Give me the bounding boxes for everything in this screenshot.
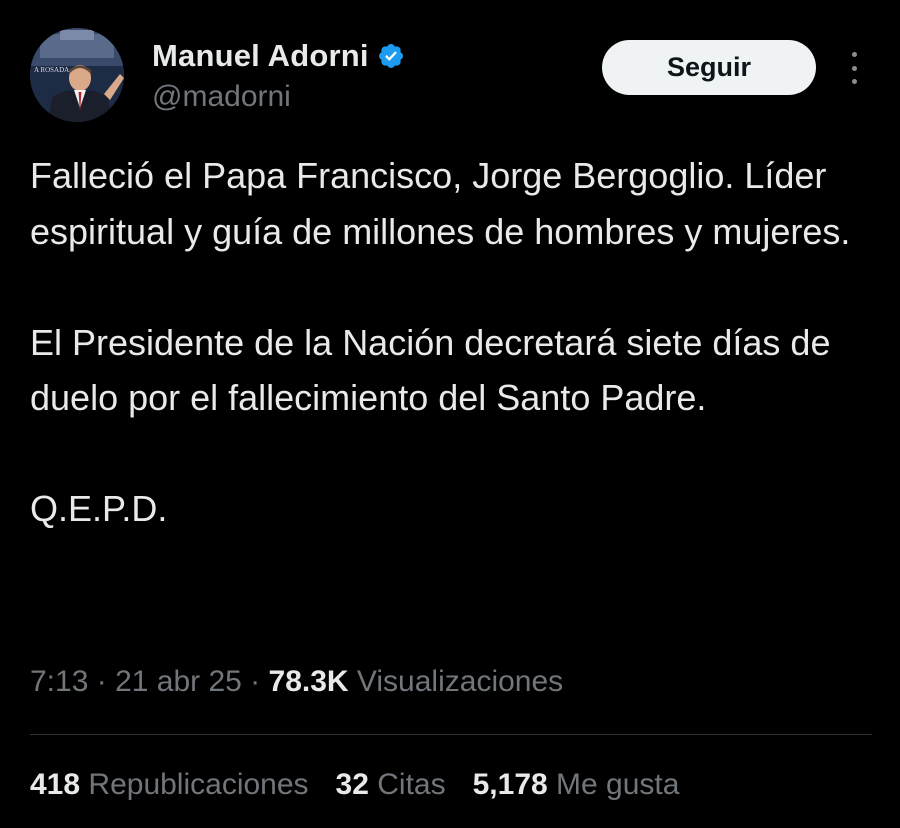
avatar[interactable]: A ROSADA [30,28,124,122]
tweet-header: A ROSADA Manuel Adorni @madorni Seguir [30,28,870,128]
reposts-count: 418 [30,768,81,801]
divider [30,734,872,735]
tweet-paragraph: Falleció el Papa Francisco, Jorge Bergog… [30,155,851,252]
likes-count: 5,178 [472,768,548,801]
reposts-label: Republicaciones [88,768,309,801]
user-info: Manuel Adorni @madorni [152,38,405,114]
more-dot [851,52,857,57]
tweet-paragraph: El Presidente de la Nación decretará sie… [30,321,831,419]
tweet-date[interactable]: 21 abr 25 [115,665,242,698]
tweet-text: Falleció el Papa Francisco, Jorge Bergog… [30,148,880,537]
follow-button[interactable]: Seguir [602,40,816,95]
reposts-stat[interactable]: 418 Republicaciones [30,768,309,801]
more-dot [851,79,857,84]
likes-label: Me gusta [556,768,680,801]
quotes-count: 32 [335,768,369,801]
tweet-metadata: 7:13 · 21 abr 25 · 78.3K Visualizaciones [30,665,563,699]
engagement-stats: 418 Republicaciones 32 Citas 5,178 Me gust… [30,768,706,802]
views-label: Visualizaciones [356,665,564,698]
display-name[interactable]: Manuel Adorni [152,38,369,74]
more-options-icon[interactable] [840,50,868,86]
avatar-sign-text: A ROSADA [34,66,69,74]
verified-badge-icon [377,42,405,70]
quotes-label: Citas [377,768,446,801]
views-count: 78.3K [268,665,349,698]
user-handle[interactable]: @madorni [152,80,405,114]
likes-stat[interactable]: 5,178 Me gusta [473,768,680,801]
quotes-stat[interactable]: 32 Citas [336,768,446,801]
avatar-image: A ROSADA [30,28,124,122]
meta-separator: · [88,665,116,698]
tweet-paragraph: Q.E.P.D. [30,488,168,529]
display-name-row: Manuel Adorni [152,38,405,74]
tweet-detail: A ROSADA Manuel Adorni @madorni Seguir F… [0,0,900,828]
tweet-time[interactable]: 7:13 [30,665,88,698]
meta-separator: · [241,665,269,698]
more-dot [851,65,857,71]
